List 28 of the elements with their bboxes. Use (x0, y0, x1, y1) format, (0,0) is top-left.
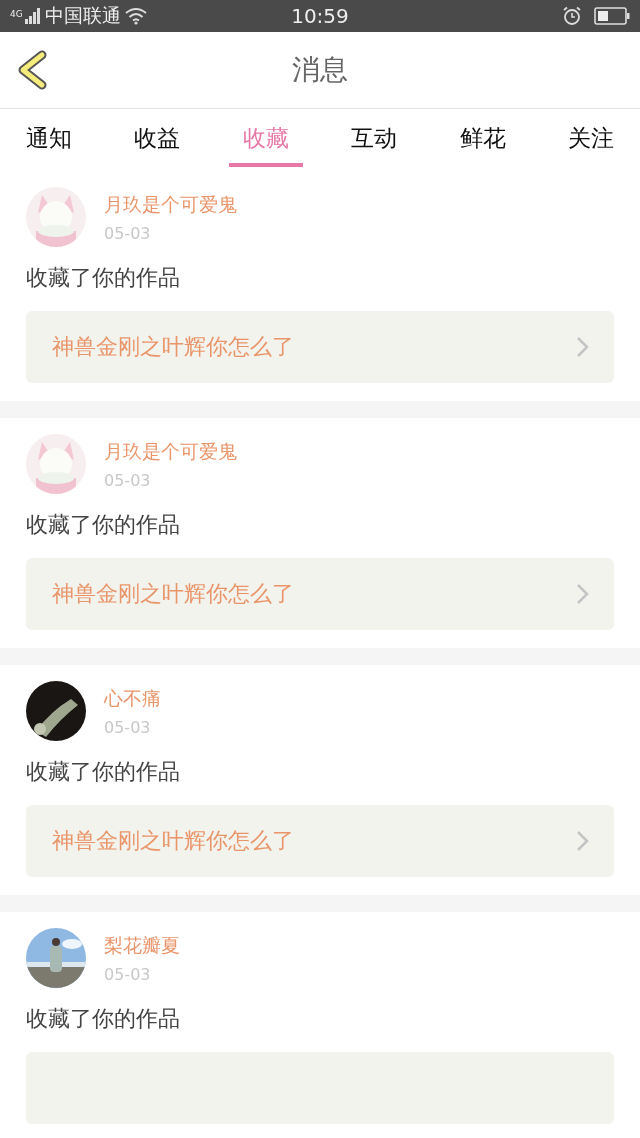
user-name[interactable]: 月玖是个可爱鬼 (104, 438, 237, 465)
tab[interactable]: 收益 (120, 113, 195, 167)
message-text: 收藏了你的作品 (26, 264, 181, 292)
page-title: 消息 (292, 52, 348, 88)
chevron-icon (576, 336, 590, 358)
alarm-icon (562, 6, 582, 26)
user-name[interactable]: 月玖是个可爱鬼 (104, 191, 237, 218)
user-name[interactable]: 梨花瓣夏 (104, 932, 180, 959)
work-link[interactable]: 神兽金刚之叶辉你怎么了 (26, 558, 614, 630)
tab[interactable]: 关注 (553, 113, 628, 167)
battery-icon (594, 7, 630, 25)
user-name[interactable]: 心不痛 (104, 685, 161, 712)
message-text: 收藏了你的作品 (26, 1005, 181, 1033)
message-text: 收藏了你的作品 (26, 511, 181, 539)
tab[interactable]: 鲜花 (445, 113, 520, 167)
tab[interactable]: 通知 (12, 113, 86, 167)
tab[interactable]: 收藏 (228, 113, 303, 167)
tab[interactable]: 互动 (337, 113, 412, 167)
clock-time: 10:59 (291, 4, 349, 28)
carrier-name: 中国联通 (44, 3, 121, 28)
chevron-icon (576, 830, 590, 852)
network-type: 4G (10, 9, 23, 19)
chevron-icon (576, 583, 590, 605)
signal-icon (24, 8, 41, 24)
message-text: 收藏了你的作品 (26, 758, 181, 786)
work-link[interactable]: 神兽金刚之叶辉你怎么了 (26, 805, 614, 877)
wifi-icon (124, 7, 147, 25)
work-link[interactable]: 神兽金刚之叶辉你怎么了 (26, 311, 614, 383)
